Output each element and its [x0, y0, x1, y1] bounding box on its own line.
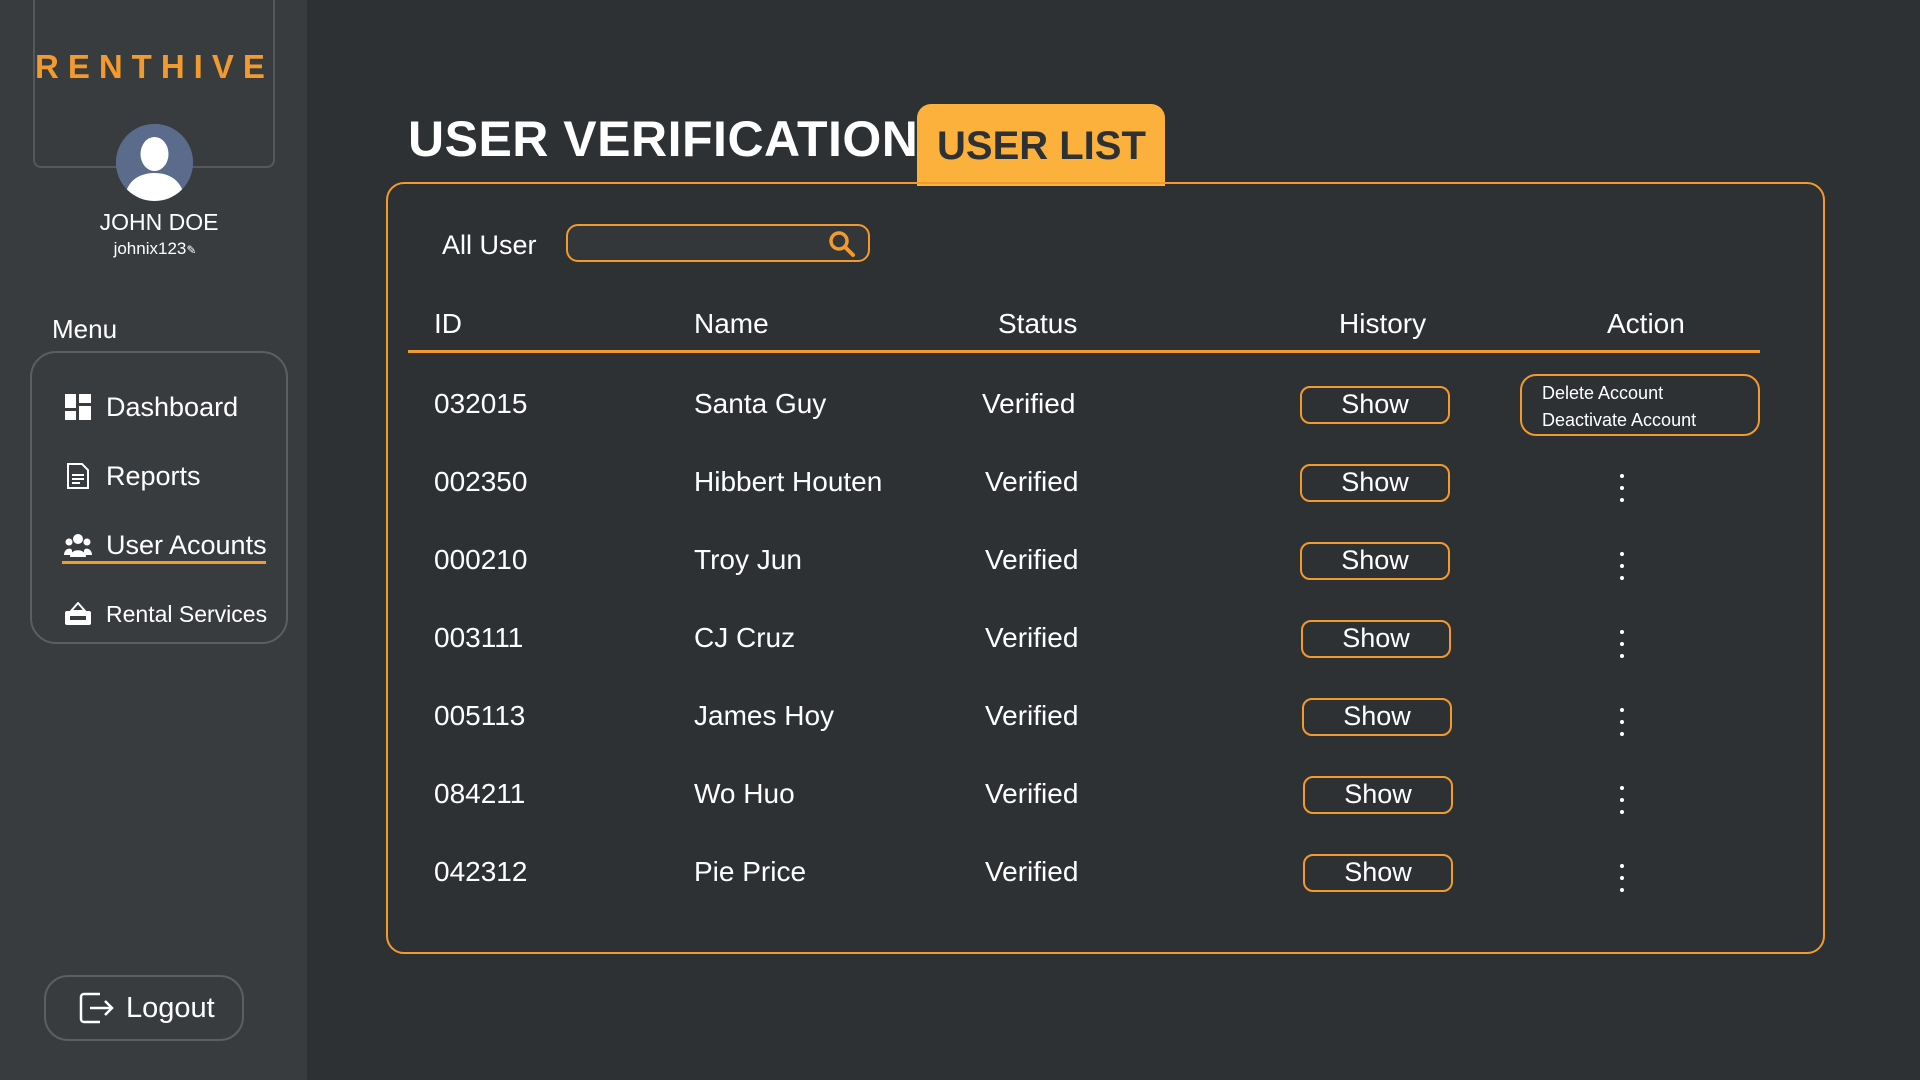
cell-id: 042312	[434, 856, 528, 887]
active-indicator	[62, 561, 266, 564]
logout-label: Logout	[126, 991, 215, 1024]
user-handle-text: johnix123	[113, 239, 187, 258]
rent-sign-icon	[64, 600, 92, 628]
sidebar-item-label: Reports	[106, 460, 201, 491]
report-icon	[64, 462, 92, 490]
show-history-button[interactable]: Show	[1300, 386, 1450, 424]
table-row: 005113 James Hoy Verified Show	[388, 696, 1823, 756]
table-row: 002350 Hibbert Houten Verified Show	[388, 462, 1823, 522]
brand-logo: RENTHIVE	[35, 48, 274, 85]
sidebar-item-dashboard[interactable]: Dashboard	[64, 387, 238, 427]
sidebar-item-rental-services[interactable]: Rental Services	[64, 594, 267, 634]
user-list-panel: All User ID Name Status History Action 0…	[386, 182, 1825, 954]
cell-id: 005113	[434, 700, 526, 731]
column-header-history: History	[1339, 308, 1427, 339]
search-icon[interactable]	[828, 230, 856, 258]
table-row: 042312 Pie Price Verified Show	[388, 852, 1823, 912]
cell-status: Verified	[985, 622, 1079, 653]
cell-id: 003111	[434, 622, 524, 653]
cell-status: Verified	[985, 700, 1079, 731]
cell-status: Verified	[985, 856, 1079, 887]
cell-name: Troy Jun	[694, 544, 802, 575]
logout-button[interactable]: Logout	[44, 975, 244, 1041]
show-history-button[interactable]: Show	[1302, 698, 1452, 736]
cell-status: Verified	[982, 388, 1076, 419]
menu-nav: Dashboard Reports User Acounts Rental Se…	[30, 351, 288, 644]
table-row: 084211 Wo Huo Verified Show	[388, 774, 1823, 834]
cell-id: 000210	[434, 544, 528, 575]
cell-status: Verified	[985, 778, 1079, 809]
tab-user-list[interactable]: USER LIST	[917, 104, 1165, 186]
show-history-button[interactable]: Show	[1303, 854, 1453, 892]
table-row: 032015 Santa Guy Verified Show Delete Ac…	[388, 374, 1823, 444]
sidebar-item-label: User Acounts	[106, 529, 267, 560]
cell-name: Pie Price	[694, 856, 807, 887]
cell-name: Wo Huo	[694, 778, 795, 809]
edit-pencil-icon[interactable]: ✎	[186, 243, 196, 257]
page-title: USER VERIFICATION	[408, 111, 919, 167]
show-history-button[interactable]: Show	[1303, 776, 1453, 814]
more-options-icon[interactable]	[1612, 782, 1632, 818]
cell-name: Santa Guy	[694, 388, 827, 419]
column-header-status: Status	[998, 308, 1078, 339]
more-options-icon[interactable]	[1612, 548, 1632, 584]
cell-id: 002350	[434, 466, 528, 497]
column-header-id: ID	[434, 308, 462, 339]
cell-status: Verified	[985, 466, 1079, 497]
sidebar-item-label: Rental Services	[106, 600, 268, 627]
show-history-button[interactable]: Show	[1301, 620, 1451, 658]
cell-name: Hibbert Houten	[694, 466, 883, 497]
user-handle[interactable]: johnix123✎	[0, 239, 310, 259]
more-options-icon[interactable]	[1612, 626, 1632, 662]
filter-label[interactable]: All User	[442, 230, 537, 261]
user-avatar-icon	[116, 124, 193, 201]
show-history-button[interactable]: Show	[1300, 542, 1450, 580]
column-header-action: Action	[1607, 308, 1685, 339]
column-header-name: Name	[694, 308, 769, 339]
search-box[interactable]	[566, 224, 870, 262]
delete-account-option[interactable]: Delete Account	[1542, 380, 1758, 407]
menu-label: Menu	[52, 314, 118, 344]
sidebar-item-label: Dashboard	[106, 391, 239, 422]
users-icon	[64, 531, 92, 559]
deactivate-account-option[interactable]: Deactivate Account	[1542, 407, 1758, 434]
action-dropdown: Delete Account Deactivate Account	[1520, 374, 1760, 436]
more-options-icon[interactable]	[1612, 860, 1632, 896]
header-divider	[408, 350, 1760, 353]
logout-icon	[76, 988, 116, 1028]
user-name: JOHN DOE	[99, 209, 219, 235]
more-options-icon[interactable]	[1612, 470, 1632, 506]
cell-id: 084211	[434, 778, 526, 809]
dashboard-icon	[64, 393, 92, 421]
table-row: 003111 CJ Cruz Verified Show	[388, 618, 1823, 678]
show-history-button[interactable]: Show	[1300, 464, 1450, 502]
sidebar-item-reports[interactable]: Reports	[64, 456, 201, 496]
sidebar: RENTHIVE JOHN DOE johnix123✎ Menu Dashbo…	[0, 0, 307, 1080]
table-row: 000210 Troy Jun Verified Show	[388, 540, 1823, 600]
avatar[interactable]	[116, 124, 193, 201]
cell-status: Verified	[985, 544, 1079, 575]
cell-id: 032015	[434, 388, 528, 419]
cell-name: James Hoy	[694, 700, 835, 731]
cell-name: CJ Cruz	[694, 622, 796, 653]
sidebar-item-user-accounts[interactable]: User Acounts	[64, 525, 267, 565]
more-options-icon[interactable]	[1612, 704, 1632, 740]
search-input[interactable]	[578, 228, 818, 258]
